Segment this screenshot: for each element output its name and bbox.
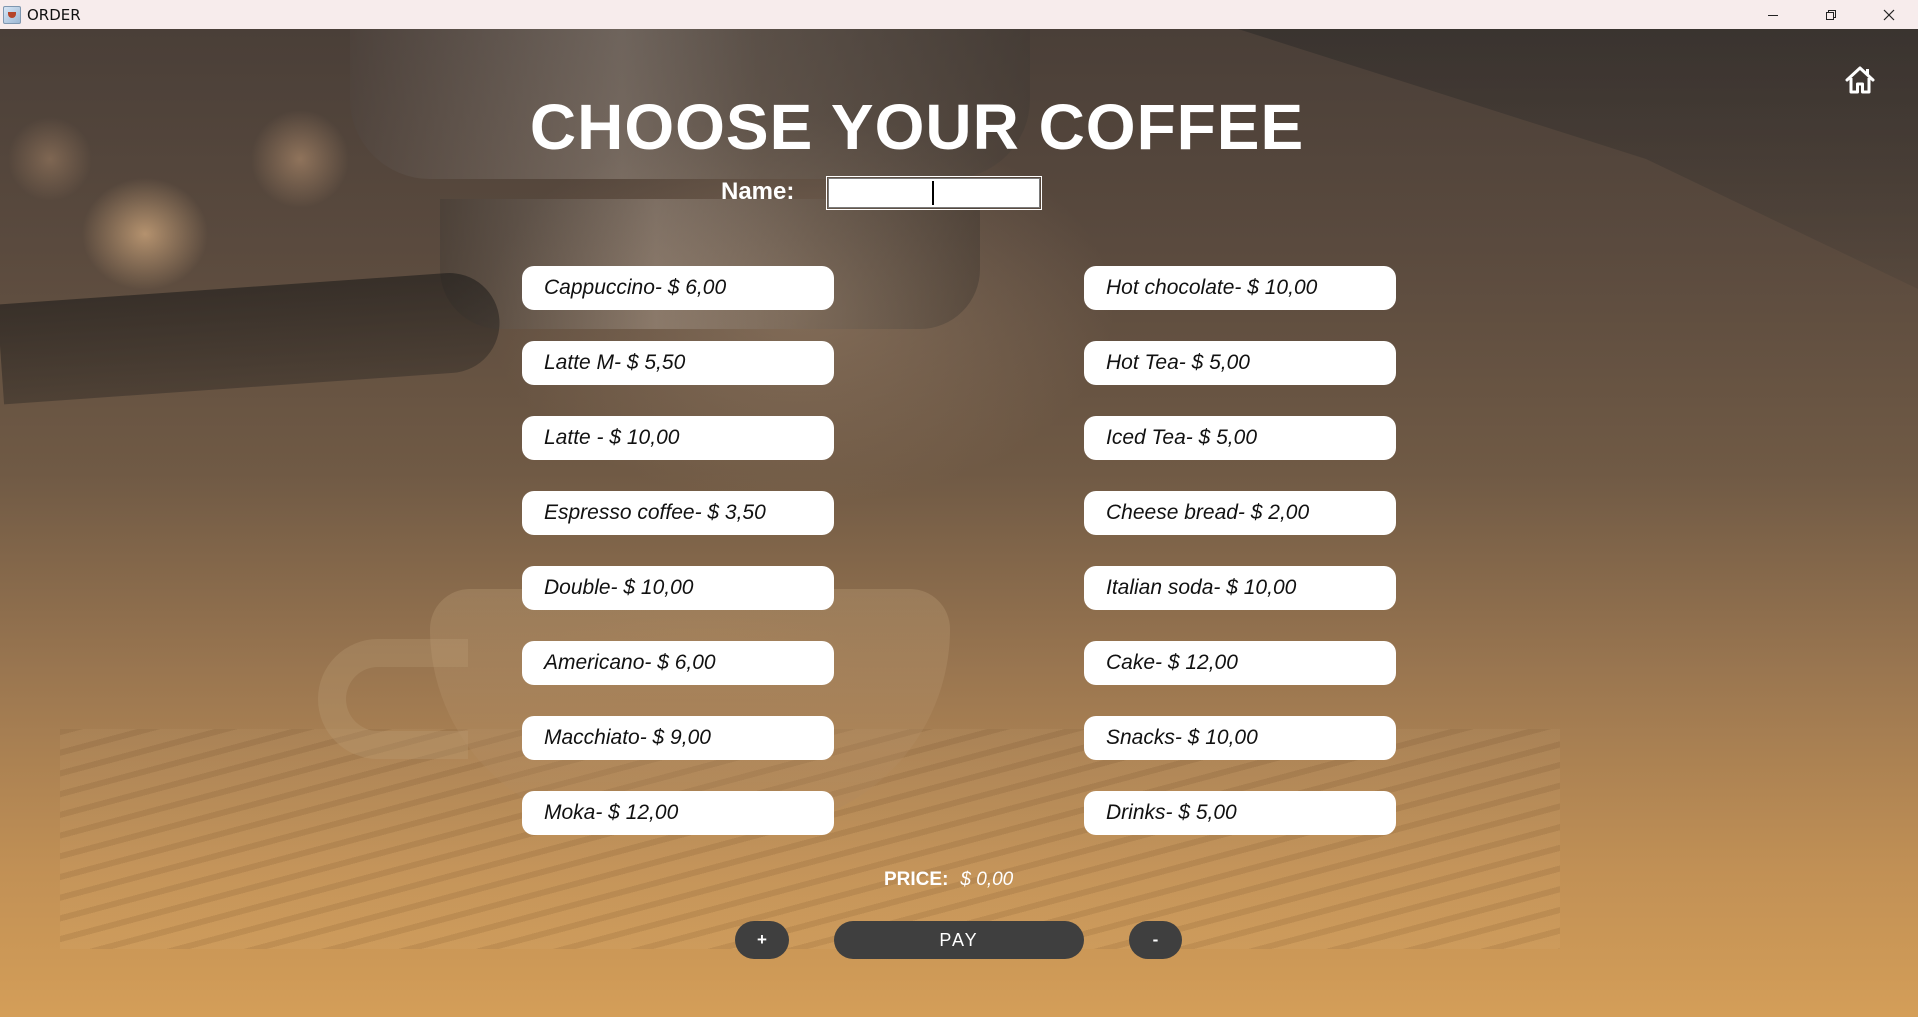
restore-button[interactable] <box>1802 0 1860 29</box>
name-input[interactable] <box>826 176 1042 210</box>
order-window: ORDER CHOOSE YOUR COFFEE Name: Cappuccin… <box>0 0 1918 1017</box>
menu-item-macchiato[interactable]: Macchiato- $ 9,00 <box>522 716 834 760</box>
close-button[interactable] <box>1860 0 1918 29</box>
text-caret <box>932 181 934 205</box>
menu-item-latte[interactable]: Latte - $ 10,00 <box>522 416 834 460</box>
menu-item-cheese-bread[interactable]: Cheese bread- $ 2,00 <box>1084 491 1396 535</box>
window-title: ORDER <box>27 5 81 24</box>
menu-item-iced-tea[interactable]: Iced Tea- $ 5,00 <box>1084 416 1396 460</box>
menu-item-cappuccino[interactable]: Cappuccino- $ 6,00 <box>522 266 834 310</box>
remove-quantity-button[interactable]: - <box>1129 921 1182 959</box>
menu-item-moka[interactable]: Moka- $ 12,00 <box>522 791 834 835</box>
name-label: Name: <box>721 178 795 205</box>
menu-item-americano[interactable]: Americano- $ 6,00 <box>522 641 834 685</box>
menu-item-latte-m[interactable]: Latte M- $ 5,50 <box>522 341 834 385</box>
portafilter-handle-image <box>0 269 503 405</box>
menu-item-hot-tea[interactable]: Hot Tea- $ 5,00 <box>1084 341 1396 385</box>
menu-item-cake[interactable]: Cake- $ 12,00 <box>1084 641 1396 685</box>
close-icon <box>1883 9 1895 20</box>
price-value: $ 0,00 <box>960 869 1014 890</box>
menu-item-hot-chocolate[interactable]: Hot chocolate- $ 10,00 <box>1084 266 1396 310</box>
menu-item-snacks[interactable]: Snacks- $ 10,00 <box>1084 716 1396 760</box>
minimize-icon <box>1768 14 1778 16</box>
menu-item-drinks[interactable]: Drinks- $ 5,00 <box>1084 791 1396 835</box>
title-bar: ORDER <box>0 0 1918 29</box>
restore-icon <box>1826 9 1836 20</box>
menu-item-double[interactable]: Double- $ 10,00 <box>522 566 834 610</box>
window-controls <box>1744 0 1918 29</box>
java-app-icon <box>3 5 21 24</box>
menu-item-italian-soda[interactable]: Italian soda- $ 10,00 <box>1084 566 1396 610</box>
price-label: PRICE: <box>884 869 949 890</box>
price-summary: PRICE: $ 0,00 <box>884 869 1013 891</box>
minimize-button[interactable] <box>1744 0 1802 29</box>
pay-button[interactable]: PAY <box>834 921 1084 959</box>
menu-item-espresso[interactable]: Espresso coffee- $ 3,50 <box>522 491 834 535</box>
page-title: CHOOSE YOUR COFFEE <box>529 91 1305 163</box>
add-quantity-button[interactable]: + <box>735 921 789 959</box>
